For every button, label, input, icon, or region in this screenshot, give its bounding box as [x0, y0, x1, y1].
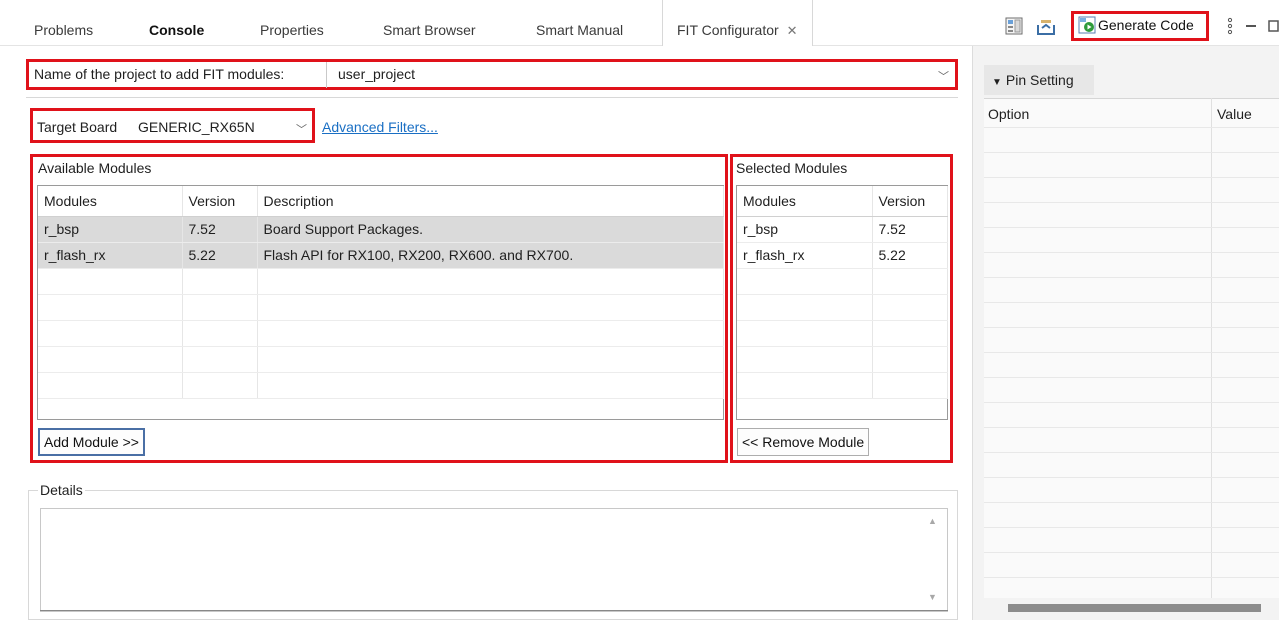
table-row — [984, 377, 1279, 378]
module-version: 5.22 — [182, 242, 258, 269]
generate-code-button[interactable]: Generate Code — [1098, 17, 1194, 33]
table-row — [984, 227, 1279, 228]
more-vertical-icon[interactable] — [1225, 16, 1235, 36]
table-row — [984, 552, 1279, 553]
module-version: 7.52 — [182, 216, 258, 243]
table-row — [984, 427, 1279, 428]
table-row — [984, 577, 1279, 578]
caret-down-icon: ▼ — [992, 77, 1002, 88]
table-header: Modules Version Description — [38, 186, 724, 217]
empty-row — [38, 320, 724, 347]
advanced-filters-link[interactable]: Advanced Filters... — [322, 119, 438, 135]
tab-fit-configurator-label: FIT Configurator — [677, 22, 779, 38]
module-name: r_flash_rx — [737, 242, 873, 269]
table-row[interactable]: r_bsp 7.52 — [737, 216, 948, 243]
project-combo[interactable] — [326, 62, 954, 88]
empty-row — [38, 294, 724, 321]
table-row — [984, 277, 1279, 278]
pin-setting-table — [984, 98, 1279, 598]
table-row — [984, 252, 1279, 253]
column-header[interactable]: Modules — [38, 186, 183, 217]
table-row — [984, 452, 1279, 453]
generate-code-icon[interactable] — [1077, 15, 1097, 35]
tab-properties[interactable]: Properties — [260, 0, 324, 46]
module-description: Board Support Packages. — [257, 216, 724, 243]
module-description: Flash API for RX100, RX200, RX600. and R… — [257, 242, 724, 269]
table-row — [984, 352, 1279, 353]
import-icon[interactable] — [1036, 16, 1056, 36]
chevron-down-icon[interactable]: ﹀ — [296, 121, 307, 137]
available-modules-table: Modules Version Description r_bsp 7.52 B… — [37, 185, 724, 420]
table-row — [984, 302, 1279, 303]
table-row — [984, 527, 1279, 528]
add-module-button[interactable]: Add Module >> — [38, 428, 145, 456]
table-row — [984, 502, 1279, 503]
column-divider — [1211, 98, 1212, 598]
empty-row — [737, 320, 948, 347]
table-row — [984, 177, 1279, 178]
column-header[interactable]: Option — [988, 106, 1029, 122]
tab-console[interactable]: Console — [149, 0, 204, 46]
table-row — [984, 202, 1279, 203]
empty-row — [737, 268, 948, 295]
table-row — [984, 127, 1279, 128]
empty-row — [737, 346, 948, 373]
table-row[interactable]: r_flash_rx 5.22 — [737, 242, 948, 269]
target-board-label: Target Board — [37, 119, 118, 135]
column-header[interactable]: Description — [257, 186, 724, 217]
empty-row — [737, 294, 948, 321]
maximize-icon[interactable] — [1266, 16, 1279, 36]
module-name: r_flash_rx — [38, 242, 183, 269]
empty-row — [38, 372, 724, 399]
tab-smart-browser[interactable]: Smart Browser — [383, 0, 476, 46]
table-row — [984, 477, 1279, 478]
project-label: Name of the project to add FIT modules: — [34, 66, 285, 82]
column-header[interactable]: Version — [182, 186, 258, 217]
details-title: Details — [38, 482, 85, 498]
pin-setting-label: Pin Setting — [1005, 72, 1074, 88]
project-value[interactable]: user_project — [338, 66, 415, 82]
selected-modules-title: Selected Modules — [736, 160, 848, 176]
scroll-up-icon[interactable]: ▲ — [928, 516, 937, 526]
editor-tab-bar: Problems Console Properties Smart Browse… — [0, 0, 1279, 46]
details-text-area[interactable] — [40, 508, 948, 612]
empty-row — [38, 268, 724, 295]
table-header: Modules Version — [737, 186, 948, 217]
divider — [26, 97, 958, 98]
module-name: r_bsp — [737, 216, 873, 243]
empty-row — [737, 372, 948, 399]
module-version: 5.22 — [872, 242, 948, 269]
tab-problems[interactable]: Problems — [34, 0, 93, 46]
chevron-down-icon[interactable]: ﹀ — [938, 68, 949, 84]
scroll-down-icon[interactable]: ▼ — [928, 592, 937, 602]
remove-module-button[interactable]: << Remove Module — [737, 428, 870, 456]
tab-smart-manual[interactable]: Smart Manual — [536, 0, 623, 46]
empty-row — [38, 346, 724, 373]
available-modules-title: Available Modules — [38, 160, 152, 176]
divider — [40, 610, 948, 611]
table-row — [984, 152, 1279, 153]
pin-setting-toggle[interactable]: ▼ Pin Setting — [984, 65, 1094, 95]
column-header[interactable]: Version — [872, 186, 948, 217]
minimize-icon[interactable] — [1244, 16, 1258, 36]
module-view-icon[interactable] — [1004, 16, 1024, 36]
target-board-select[interactable]: GENERIC_RX65N — [138, 119, 255, 135]
table-row — [984, 327, 1279, 328]
module-version: 7.52 — [872, 216, 948, 243]
horizontal-scrollbar[interactable] — [1008, 604, 1261, 612]
table-row[interactable]: r_flash_rx 5.22 Flash API for RX100, RX2… — [38, 242, 724, 269]
column-header[interactable]: Value — [1217, 106, 1252, 122]
selected-modules-table: Modules Version r_bsp 7.52 r_flash_rx 5.… — [736, 185, 948, 420]
tab-fit-configurator[interactable]: FIT Configurator ✕ — [662, 0, 813, 46]
close-icon[interactable]: ✕ — [787, 23, 798, 38]
module-name: r_bsp — [38, 216, 183, 243]
table-row — [984, 402, 1279, 403]
column-header[interactable]: Modules — [737, 186, 873, 217]
table-row[interactable]: r_bsp 7.52 Board Support Packages. — [38, 216, 724, 243]
